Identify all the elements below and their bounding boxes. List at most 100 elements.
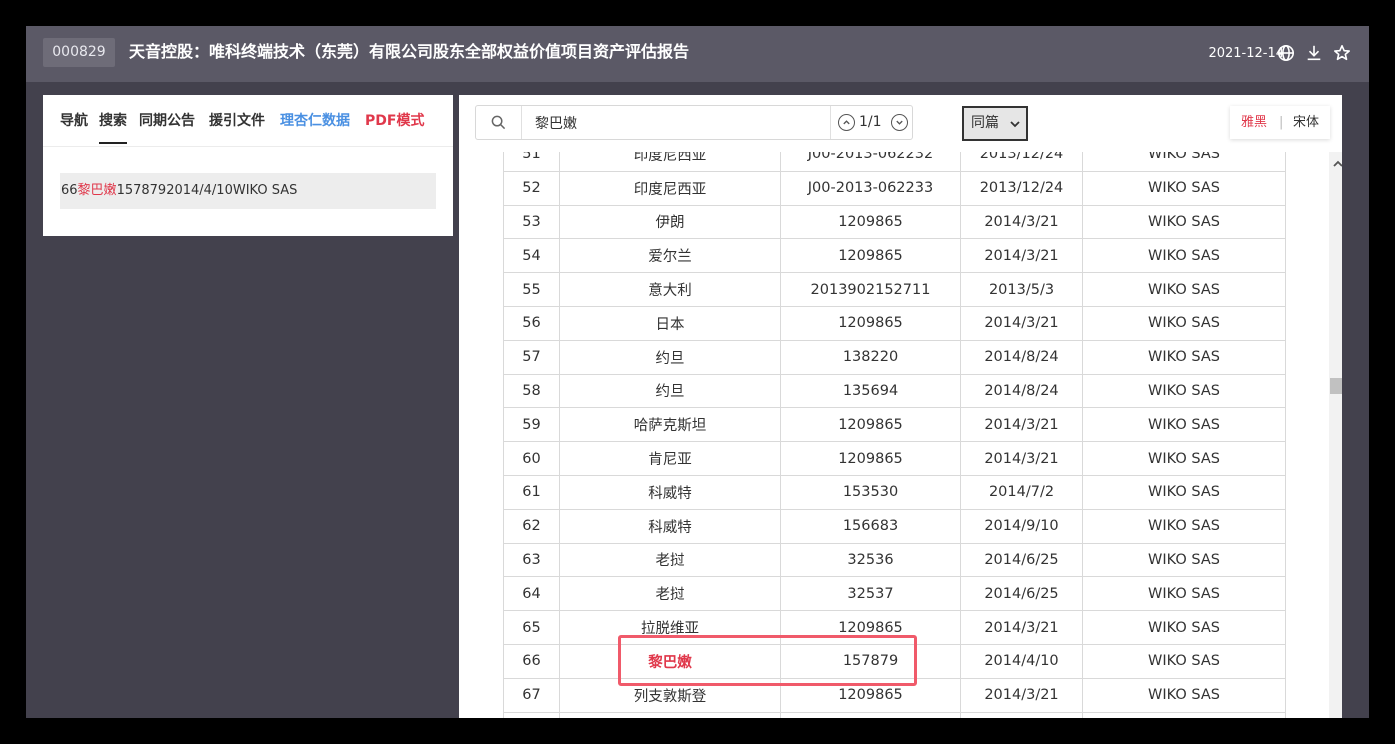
registration-number-cell (780, 711, 961, 718)
date-cell: 2014/8/24 (960, 373, 1083, 409)
registration-number-cell: 153530 (780, 474, 961, 510)
tab-navigation[interactable]: 导航 (60, 111, 88, 131)
app-window: 000829 天音控股：唯科终端技术（东莞）有限公司股东全部权益价值项目资产评估… (26, 26, 1369, 718)
table-row: 55 意大利 2013902152711 2013/5/3 WIKO SAS (503, 272, 1286, 307)
date-cell: 2014/4/10 (960, 643, 1083, 679)
registration-number-cell: 156683 (780, 508, 961, 544)
result-suffix: 1578792014/4/10WIKO SAS (116, 183, 298, 198)
registration-number-cell: 32537 (780, 576, 961, 612)
table-row (503, 711, 1286, 718)
stock-code-badge[interactable]: 000829 (43, 38, 115, 67)
country-cell: 老挝 (559, 576, 781, 612)
owner-cell: WIKO SAS (1082, 610, 1286, 645)
next-match-icon[interactable] (891, 114, 908, 131)
font-option-yahei[interactable]: 雅黑 (1241, 106, 1267, 139)
registration-number-cell: 135694 (780, 373, 961, 409)
country-cell (559, 711, 781, 718)
table-row: 53 伊朗 1209865 2014/3/21 WIKO SAS (503, 204, 1286, 240)
tab-pdf-mode[interactable]: PDF模式 (365, 111, 424, 131)
document-panel: 51 印度尼西亚 J00-2013-062232 2013/12/24 WIKO SAS… (459, 95, 1342, 718)
scrollbar-thumb[interactable] (1330, 378, 1342, 394)
highlight-marker (618, 635, 917, 686)
row-number: 52 (503, 170, 560, 206)
tab-same-period[interactable]: 同期公告 (139, 111, 195, 131)
row-number: 66 (503, 643, 560, 679)
country-cell: 科威特 (559, 474, 781, 510)
row-number: 64 (503, 576, 560, 612)
registration-number-cell: 138220 (780, 339, 961, 375)
tab-search[interactable]: 搜索 (99, 111, 127, 144)
search-result-item[interactable]: 66黎巴嫩1578792014/4/10WIKO SAS (60, 173, 436, 209)
data-table: 51 印度尼西亚 J00-2013-062232 2013/12/24 WIKO SAS… (503, 137, 1286, 718)
result-highlight: 黎巴嫩 (77, 183, 117, 198)
font-switcher: 雅黑 | 宋体 (1230, 106, 1330, 139)
search-box: 1/1 (475, 105, 913, 140)
search-icon[interactable] (476, 106, 522, 139)
country-cell: 日本 (559, 305, 781, 341)
registration-number-cell: J00-2013-062233 (780, 170, 961, 206)
country-cell: 哈萨克斯坦 (559, 407, 781, 443)
country-cell: 科威特 (559, 508, 781, 544)
row-number: 62 (503, 508, 560, 544)
table-row: 52 印度尼西亚 J00-2013-062233 2013/12/24 WIKO SAS (503, 170, 1286, 206)
date-cell: 2014/8/24 (960, 339, 1083, 375)
date-cell: 2014/3/21 (960, 441, 1083, 476)
owner-cell: WIKO SAS (1082, 542, 1286, 578)
registration-number-cell: 32536 (780, 542, 961, 578)
country-cell: 约旦 (559, 339, 781, 375)
document-title: 天音控股：唯科终端技术（东莞）有限公司股东全部权益价值项目资产评估报告 (129, 42, 690, 61)
date-cell (960, 711, 1083, 718)
date-cell: 2014/3/21 (960, 305, 1083, 341)
download-icon[interactable] (1305, 44, 1325, 64)
owner-cell: WIKO SAS (1082, 441, 1286, 476)
country-cell: 意大利 (559, 272, 781, 307)
date-cell: 2014/3/21 (960, 204, 1083, 240)
date-cell: 2013/5/3 (960, 272, 1083, 307)
owner-cell: WIKO SAS (1082, 272, 1286, 307)
left-panel: 导航 搜索 同期公告 援引文件 理杏仁数据 PDF模式 66黎巴嫩1578792… (43, 95, 453, 236)
scope-label: 同篇 (971, 115, 999, 131)
font-separator: | (1279, 115, 1284, 130)
scroll-up-icon[interactable] (1333, 153, 1342, 167)
country-cell: 约旦 (559, 373, 781, 409)
date-cell: 2013/12/24 (960, 170, 1083, 206)
row-number: 56 (503, 305, 560, 341)
table-row: 59 哈萨克斯坦 1209865 2014/3/21 WIKO SAS (503, 407, 1286, 443)
tab-lixinger-data[interactable]: 理杏仁数据 (280, 111, 350, 131)
left-tabs: 导航 搜索 同期公告 援引文件 理杏仁数据 PDF模式 (43, 95, 453, 147)
row-number: 58 (503, 373, 560, 409)
registration-number-cell: 1209865 (780, 441, 961, 476)
table-row: 58 约旦 135694 2014/8/24 WIKO SAS (503, 373, 1286, 409)
country-cell: 肯尼亚 (559, 441, 781, 476)
row-number: 65 (503, 610, 560, 645)
match-count: 1/1 (859, 114, 882, 130)
search-scope-select[interactable]: 同篇 (962, 106, 1028, 141)
owner-cell: WIKO SAS (1082, 643, 1286, 679)
owner-cell: WIKO SAS (1082, 170, 1286, 206)
registration-number-cell: 1209865 (780, 305, 961, 341)
date-cell: 2014/3/21 (960, 238, 1083, 274)
country-cell: 伊朗 (559, 204, 781, 240)
date-cell: 2014/3/21 (960, 610, 1083, 645)
search-input[interactable] (522, 106, 830, 139)
tab-cited-files[interactable]: 援引文件 (209, 111, 265, 131)
table-row: 62 科威特 156683 2014/9/10 WIKO SAS (503, 508, 1286, 544)
registration-number-cell: 1209865 (780, 204, 961, 240)
globe-icon[interactable] (1277, 44, 1297, 64)
owner-cell: WIKO SAS (1082, 204, 1286, 240)
date-cell: 2014/3/21 (960, 407, 1083, 443)
font-option-songti[interactable]: 宋体 (1293, 106, 1319, 139)
owner-cell: WIKO SAS (1082, 305, 1286, 341)
owner-cell: WIKO SAS (1082, 474, 1286, 510)
row-number: 55 (503, 272, 560, 307)
previous-match-icon[interactable] (838, 114, 855, 131)
scrollbar-track[interactable] (1329, 152, 1342, 718)
star-icon[interactable] (1333, 44, 1353, 64)
table-row: 64 老挝 32537 2014/6/25 WIKO SAS (503, 576, 1286, 612)
registration-number-cell: 1209865 (780, 407, 961, 443)
owner-cell: WIKO SAS (1082, 576, 1286, 612)
table-row: 56 日本 1209865 2014/3/21 WIKO SAS (503, 305, 1286, 341)
country-cell: 爱尔兰 (559, 238, 781, 274)
search-toolbar: 1/1 同篇 雅黑 | 宋体 (459, 95, 1342, 152)
country-cell: 印度尼西亚 (559, 170, 781, 206)
